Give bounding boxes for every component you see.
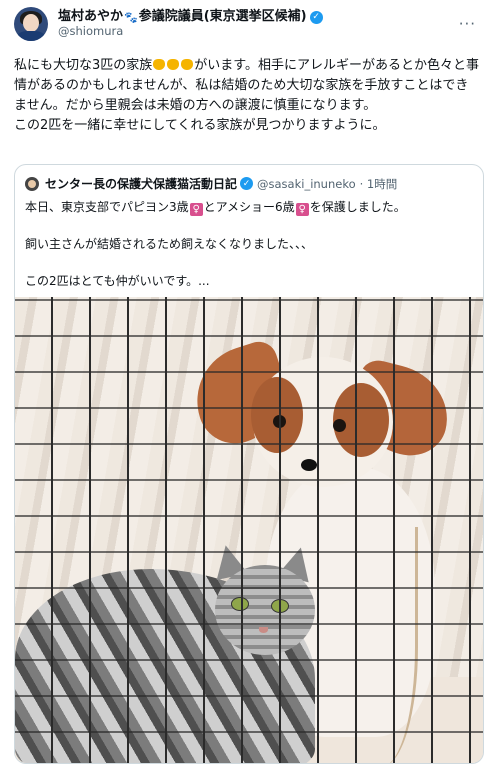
- verified-icon: ✓: [309, 10, 323, 24]
- author-name-suffix[interactable]: 参議院議員(東京選挙区候補): [139, 9, 307, 25]
- female-sign-icon: ♀: [189, 203, 203, 216]
- verified-icon: ✓: [240, 177, 254, 190]
- cage-bars: [15, 297, 483, 763]
- quoted-author-avatar[interactable]: [25, 176, 39, 191]
- quoted-author-handle[interactable]: @sasaki_inuneko: [257, 177, 356, 191]
- quoted-post[interactable]: センター長の保護犬保護猫活動日記 ✓ @sasaki_inuneko · 1時間…: [14, 164, 484, 764]
- cat-emoji-icon: [153, 59, 166, 70]
- author-name-prefix[interactable]: 塩村あやか: [58, 9, 123, 25]
- quoted-post-time[interactable]: · 1時間: [360, 176, 398, 192]
- post-text-part1: 私にも大切な3匹の家族: [14, 58, 153, 73]
- quoted-line1-b: とアメショー6歳: [203, 200, 295, 214]
- female-sign-icon: ♀: [295, 203, 309, 216]
- cat-emoji-icon: [167, 59, 180, 70]
- post-header: 塩村あやか 🐾 参議院議員(東京選挙区候補) ✓ @shiomura ···: [14, 0, 482, 46]
- author-info: 塩村あやか 🐾 参議院議員(東京選挙区候補) ✓ @shiomura: [58, 9, 459, 38]
- quoted-line3: この2匹はとても仲がいいです。...: [25, 274, 210, 289]
- quoted-line1-c: を保護しました。: [309, 200, 406, 214]
- more-options-icon[interactable]: ···: [459, 15, 476, 33]
- cat-emoji-icon: [181, 59, 194, 70]
- post: 塩村あやか 🐾 参議院議員(東京選挙区候補) ✓ @shiomura ··· 私…: [0, 0, 496, 764]
- quoted-line2: 飼い主さんが結婚されるため飼えなくなりました、、、: [25, 237, 314, 252]
- author-avatar[interactable]: [14, 7, 48, 41]
- paw-icon: 🐾: [124, 10, 138, 24]
- author-handle[interactable]: @shiomura: [58, 24, 459, 39]
- quoted-post-header: センター長の保護犬保護猫活動日記 ✓ @sasaki_inuneko · 1時間: [15, 165, 483, 192]
- quoted-line1-a: 本日、東京支部でパピヨン3歳: [25, 200, 189, 214]
- author-name-row[interactable]: 塩村あやか 🐾 参議院議員(東京選挙区候補) ✓: [58, 9, 459, 25]
- quoted-post-text: 本日、東京支部でパピヨン3歳 ♀ とアメショー6歳 ♀ を保護しました。 飼い主さんが結…: [15, 192, 483, 291]
- post-text: 私にも大切な3匹の家族 がいます。相手にアレルギーがあるとか色々と事情があるのかも…: [14, 56, 482, 137]
- quoted-post-photo[interactable]: [15, 297, 483, 763]
- quoted-author-name[interactable]: センター長の保護犬保護猫活動日記: [45, 175, 237, 192]
